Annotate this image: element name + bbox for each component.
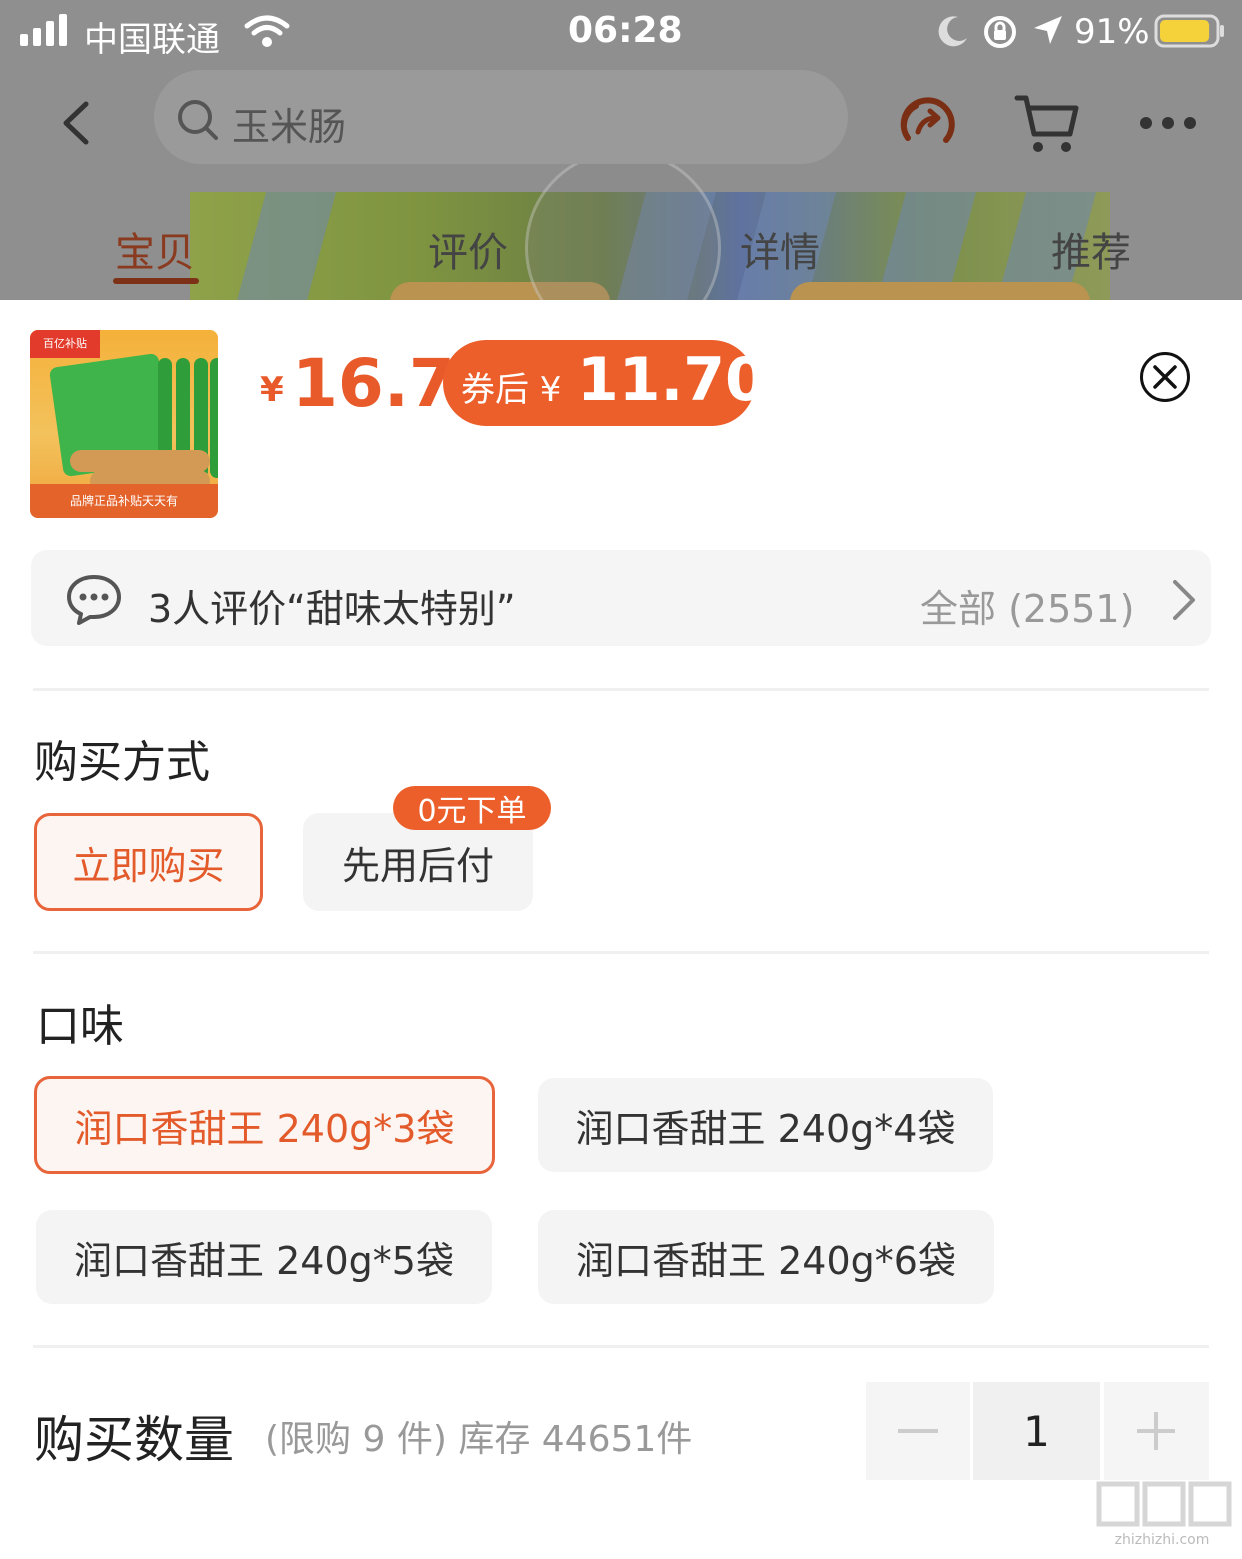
review-summary-text: 3人评价“甜味太特别” — [148, 587, 516, 631]
quantity-title: 购买数量 — [34, 1411, 234, 1469]
signal-icon — [20, 14, 72, 50]
quantity-increase-button[interactable] — [1104, 1382, 1209, 1480]
product-thumbnail[interactable]: 百亿补贴 品牌正品补贴天天有 — [30, 330, 218, 518]
close-icon — [1153, 365, 1177, 389]
chevron-right-icon — [1170, 578, 1198, 626]
divider — [33, 1345, 1209, 1348]
purchase-method-title: 购买方式 — [34, 737, 210, 788]
quantity-limit-stock: (限购 9 件) 库存 44651件 — [265, 1419, 693, 1460]
back-icon[interactable] — [58, 100, 92, 150]
moon-icon — [936, 14, 970, 52]
search-icon — [176, 98, 220, 146]
battery-percent: 91% — [1074, 12, 1150, 52]
location-icon — [1032, 14, 1064, 50]
option-buy-now[interactable]: 立即购买 — [34, 813, 263, 911]
wifi-icon — [244, 14, 290, 52]
flavor-option-5-bags[interactable]: 润口香甜王 240g*5袋 — [36, 1210, 492, 1304]
divider — [33, 951, 1209, 954]
coupon-label: 券后 ¥ — [461, 370, 562, 410]
tab-active-indicator — [113, 278, 199, 284]
pay-later-badge: 0元下单 — [393, 786, 551, 830]
tab-details[interactable]: 详情 — [740, 220, 820, 278]
plus-icon — [1137, 1412, 1175, 1450]
tab-reviews[interactable]: 评价 — [428, 220, 508, 278]
search-query: 玉米肠 — [232, 105, 347, 149]
more-icon[interactable] — [1138, 114, 1198, 136]
video-play-circle — [525, 150, 721, 300]
price-currency: ¥ — [260, 370, 284, 410]
quantity-decrease-button[interactable] — [866, 1382, 970, 1480]
battery-icon — [1154, 14, 1226, 52]
tab-recommend[interactable]: 推荐 — [1051, 220, 1131, 278]
clock: 06:28 — [568, 10, 683, 51]
price: 16.7 — [292, 345, 455, 422]
minus-icon — [898, 1429, 938, 1433]
thumbnail-footer: 品牌正品补贴天天有 — [30, 484, 218, 518]
watermark-text: zhizhizhi.com — [1114, 1532, 1210, 1548]
thumbnail-tag: 百亿补贴 — [30, 330, 100, 358]
comment-icon — [66, 574, 122, 630]
quantity-value[interactable]: 1 — [973, 1382, 1100, 1480]
share-icon[interactable] — [896, 94, 958, 160]
flavor-title: 口味 — [36, 1001, 124, 1052]
divider — [33, 688, 1209, 691]
close-button[interactable] — [1140, 352, 1190, 402]
rotation-lock-icon — [982, 14, 1018, 54]
tab-baobei[interactable]: 宝贝 — [115, 220, 195, 278]
cart-icon[interactable] — [1014, 92, 1080, 160]
coupon-price: 11.70 — [577, 345, 767, 415]
flavor-option-6-bags[interactable]: 润口香甜王 240g*6袋 — [538, 1210, 994, 1304]
flavor-option-3-bags[interactable]: 润口香甜王 240g*3袋 — [34, 1076, 495, 1174]
carrier-label: 中国联通 — [84, 20, 220, 60]
flavor-option-4-bags[interactable]: 润口香甜王 240g*4袋 — [538, 1078, 993, 1172]
review-all-link[interactable]: 全部 (2551) — [920, 578, 1134, 633]
